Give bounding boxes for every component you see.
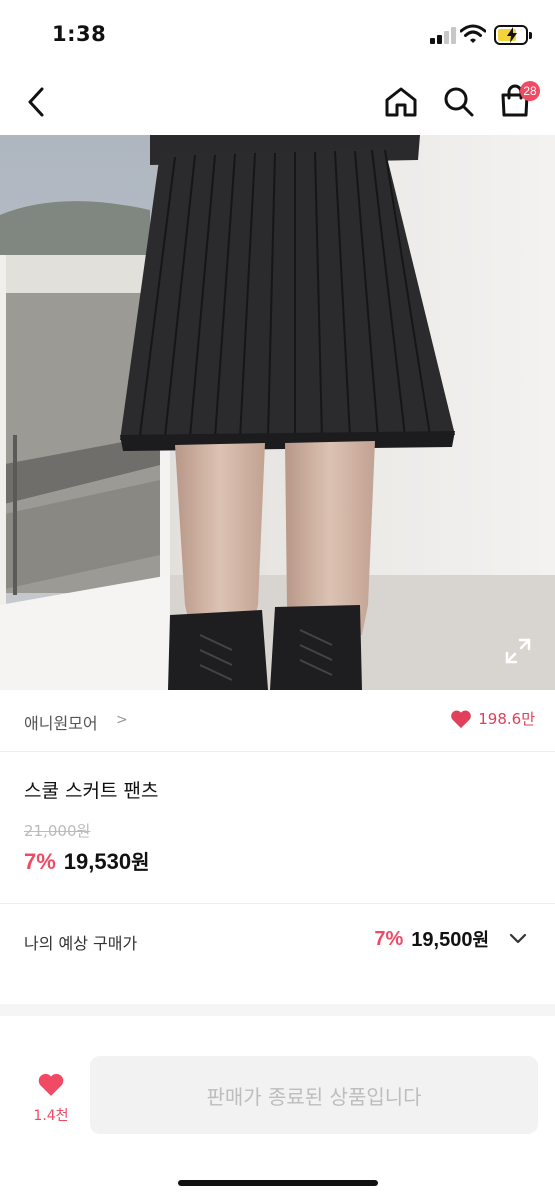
price-row: 7% 19,530원 bbox=[24, 846, 150, 875]
expand-image-button[interactable] bbox=[503, 636, 533, 666]
store-name-link[interactable]: 애니원모어 bbox=[24, 710, 98, 734]
sale-price-value: 19,530 bbox=[63, 849, 132, 874]
store-chevron-icon: > bbox=[116, 712, 128, 728]
home-indicator bbox=[178, 1180, 378, 1186]
status-bar: 1:38 bbox=[0, 0, 555, 70]
cart-button[interactable]: 28 bbox=[496, 78, 542, 124]
home-button[interactable] bbox=[382, 82, 420, 122]
back-button[interactable] bbox=[18, 82, 54, 122]
search-icon bbox=[444, 87, 474, 117]
section-separator bbox=[0, 1004, 555, 1016]
product-image[interactable] bbox=[0, 135, 555, 690]
sale-price-currency: 원 bbox=[131, 850, 150, 874]
store-like-count: 198.6만 bbox=[478, 710, 535, 728]
battery-icon bbox=[494, 25, 532, 45]
store-like-button[interactable]: 198.6만 bbox=[450, 708, 535, 729]
back-chevron-icon bbox=[28, 87, 44, 117]
nav-bar: 28 bbox=[0, 70, 555, 135]
cart-count-badge: 28 bbox=[520, 81, 540, 101]
product-photo bbox=[0, 135, 555, 690]
original-price: 21,000원 bbox=[24, 822, 91, 840]
discount-rate: 7% bbox=[24, 849, 56, 874]
expected-price-row[interactable]: 나의 예상 구매가 7% 19,500원 bbox=[0, 904, 555, 976]
wish-button[interactable]: 1.4천 bbox=[22, 1072, 80, 1132]
home-icon bbox=[385, 87, 417, 117]
sold-out-button: 판매가 종료된 상품입니다 bbox=[90, 1056, 538, 1134]
chevron-down-icon bbox=[509, 933, 527, 944]
expected-price-value: 19,500 bbox=[411, 929, 473, 951]
expected-price-currency: 원 bbox=[472, 930, 489, 951]
heart-icon bbox=[451, 710, 472, 728]
cellular-signal-icon bbox=[430, 27, 456, 44]
product-title: 스쿨 스커트 팬츠 bbox=[24, 780, 159, 802]
expand-icon bbox=[505, 638, 531, 664]
sale-price: 19,530원 bbox=[64, 846, 150, 875]
heart-icon bbox=[38, 1073, 64, 1096]
store-row: 애니원모어 > 198.6만 bbox=[0, 690, 555, 752]
bottom-action-bar: 1.4천 판매가 종료된 상품입니다 bbox=[0, 1016, 555, 1200]
search-button[interactable] bbox=[440, 82, 478, 122]
status-time: 1:38 bbox=[52, 22, 107, 46]
expected-discount: 7% bbox=[374, 927, 404, 950]
wifi-icon bbox=[460, 24, 486, 43]
expected-price: 7% 19,500원 bbox=[374, 926, 527, 952]
expected-price-label: 나의 예상 구매가 bbox=[24, 934, 138, 953]
wish-count: 1.4천 bbox=[33, 1108, 69, 1124]
